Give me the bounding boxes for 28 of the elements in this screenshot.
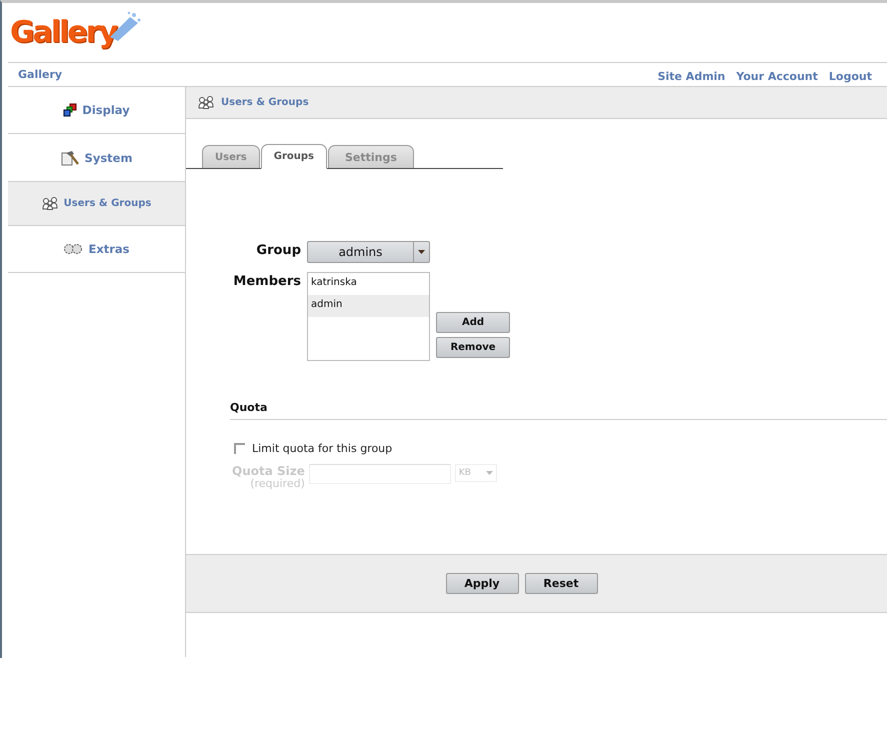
- breadcrumb-link[interactable]: Gallery: [18, 68, 62, 81]
- users-icon: [198, 96, 215, 109]
- members-label: Members: [232, 273, 301, 291]
- caret-icon: [486, 471, 493, 475]
- caret-icon: [418, 250, 425, 254]
- member-button[interactable]: Add: [436, 312, 510, 333]
- users-icon: [42, 197, 59, 210]
- logo[interactable]: Gallery: [10, 15, 116, 50]
- group-select[interactable]: admins: [307, 241, 430, 263]
- footer-button[interactable]: Reset: [524, 573, 598, 594]
- group-label: Group: [255, 242, 301, 260]
- top-link[interactable]: Your Account: [736, 70, 818, 83]
- member-button[interactable]: Remove: [436, 337, 510, 358]
- top-link[interactable]: Site Admin: [658, 70, 726, 83]
- quota-heading: Quota: [230, 401, 887, 420]
- page-title: Users & Groups: [221, 97, 309, 108]
- tab[interactable]: Users: [202, 145, 260, 168]
- blocks-icon: [63, 103, 78, 117]
- member-option[interactable]: admin: [308, 295, 429, 317]
- members-list[interactable]: katrinska admin: [307, 272, 430, 361]
- checkbox-label: Limit quota for this group: [252, 442, 392, 455]
- sidebar-item[interactable]: Users & Groups: [8, 182, 185, 226]
- hammer-icon: [60, 150, 80, 166]
- tab[interactable]: Settings: [328, 145, 414, 168]
- gears-icon: [63, 243, 84, 255]
- footer-button[interactable]: Apply: [446, 573, 518, 594]
- tab[interactable]: Groups: [260, 144, 327, 169]
- top-link[interactable]: Logout: [828, 70, 872, 83]
